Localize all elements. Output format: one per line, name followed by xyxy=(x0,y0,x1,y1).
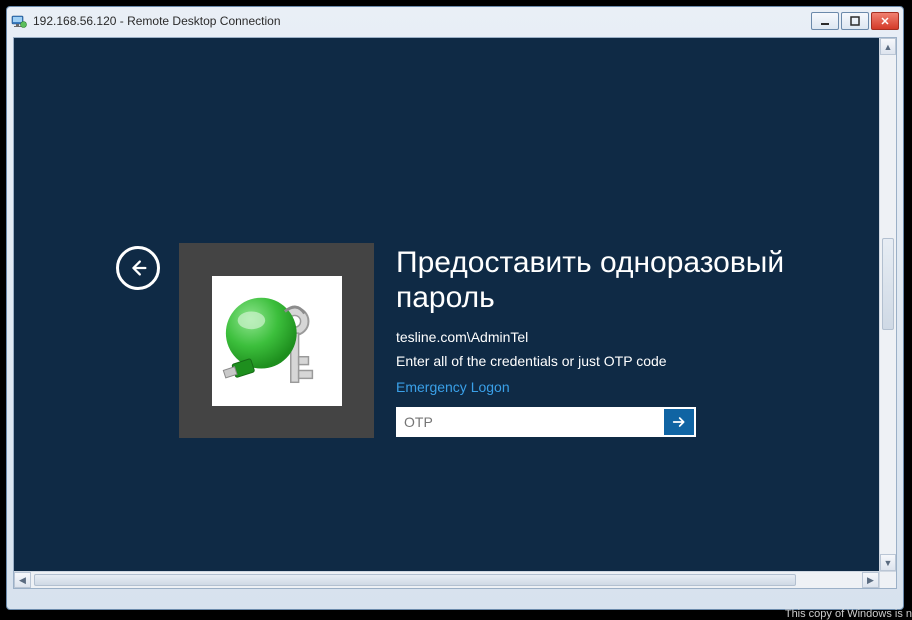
remote-screen: Предоставить одноразовый пароль tesline.… xyxy=(14,38,879,571)
scroll-right-button[interactable]: ▶ xyxy=(862,572,879,588)
vertical-scrollbar[interactable]: ▲ ▼ xyxy=(879,38,896,571)
submit-button[interactable] xyxy=(664,409,694,435)
username-label: tesline.com\AdminTel xyxy=(396,329,816,345)
otp-input[interactable] xyxy=(398,409,664,435)
vertical-scroll-thumb[interactable] xyxy=(882,238,894,330)
login-heading: Предоставить одноразовый пароль xyxy=(396,246,816,315)
login-form: Предоставить одноразовый пароль tesline.… xyxy=(396,246,816,437)
emergency-logon-row: Emergency Logon xyxy=(396,379,816,395)
otp-input-row xyxy=(396,407,696,437)
windows-login-screen: Предоставить одноразовый пароль tesline.… xyxy=(14,38,879,571)
scroll-down-button[interactable]: ▼ xyxy=(880,554,896,571)
windows-watermark: This copy of Windows is n xyxy=(785,608,912,620)
scrollbar-corner xyxy=(879,571,896,588)
window-title: 192.168.56.120 - Remote Desktop Connecti… xyxy=(33,14,281,28)
credential-provider-icon xyxy=(212,276,342,406)
scroll-left-button[interactable]: ◀ xyxy=(14,572,31,588)
horizontal-scrollbar[interactable]: ◀ ▶ xyxy=(14,571,879,588)
titlebar[interactable]: 192.168.56.120 - Remote Desktop Connecti… xyxy=(7,7,903,35)
credential-provider-tile xyxy=(179,243,374,438)
arrow-right-icon xyxy=(671,414,687,430)
client-area: Предоставить одноразовый пароль tesline.… xyxy=(13,37,897,589)
close-button[interactable] xyxy=(871,12,899,30)
rdp-app-icon xyxy=(11,13,27,29)
horizontal-scroll-thumb[interactable] xyxy=(34,574,796,586)
back-button[interactable] xyxy=(116,246,160,290)
rdp-window: 192.168.56.120 - Remote Desktop Connecti… xyxy=(6,6,904,610)
window-controls xyxy=(811,12,899,30)
arrow-left-icon xyxy=(127,257,149,279)
instruction-text: Enter all of the credentials or just OTP… xyxy=(396,353,816,369)
minimize-button[interactable] xyxy=(811,12,839,30)
maximize-button[interactable] xyxy=(841,12,869,30)
scroll-up-button[interactable]: ▲ xyxy=(880,38,896,55)
emergency-logon-link[interactable]: Emergency Logon xyxy=(396,379,510,395)
